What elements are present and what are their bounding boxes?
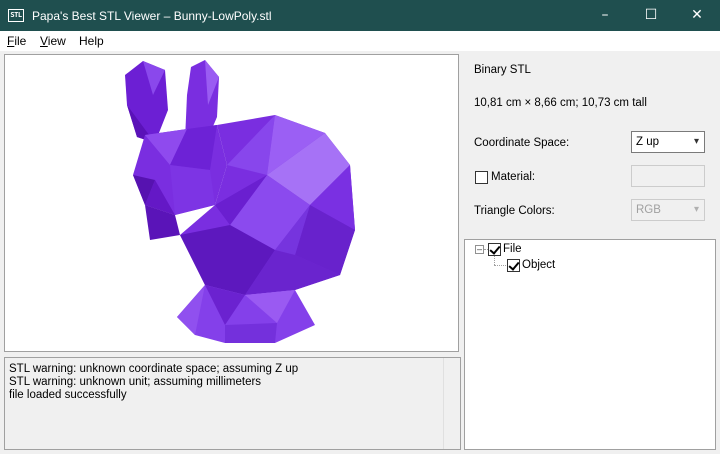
log-scrollbar[interactable]	[443, 358, 460, 449]
model-facet	[225, 323, 277, 343]
log-output[interactable]: STL warning: unknown coordinate space; a…	[4, 357, 461, 450]
coordinate-space-select[interactable]: Z up ▾	[631, 131, 705, 153]
bunny-model[interactable]	[5, 55, 459, 352]
triangle-colors-label: Triangle Colors:	[474, 205, 555, 217]
app-icon: STL	[8, 9, 24, 22]
tree-connector	[494, 265, 506, 266]
object-tree[interactable]: – File Object	[464, 239, 716, 450]
triangle-colors-value: RGB	[636, 204, 661, 216]
model-facet	[170, 165, 215, 215]
tree-file-checkbox[interactable]	[488, 243, 501, 256]
material-label: Material:	[491, 171, 536, 183]
tree-item-object[interactable]: Object	[522, 259, 555, 271]
window-title: Papa's Best STL Viewer – Bunny-LowPoly.s…	[32, 9, 272, 23]
minimize-button[interactable]: –	[582, 0, 628, 31]
chevron-down-icon: ▾	[693, 204, 699, 215]
coordinate-space-label: Coordinate Space:	[474, 137, 570, 149]
log-line: STL warning: unknown unit; assuming mill…	[9, 376, 262, 388]
log-line: file loaded successfully	[9, 389, 127, 401]
menu-help-label: Help	[79, 34, 104, 48]
menu-view[interactable]: View	[40, 34, 66, 48]
coordinate-space-value: Z up	[636, 136, 660, 148]
tree-object-checkbox[interactable]	[507, 259, 520, 272]
menu-view-label: iew	[47, 34, 66, 48]
collapse-icon[interactable]: –	[475, 245, 484, 254]
model-viewport[interactable]	[4, 54, 459, 352]
tree-item-file[interactable]: File	[503, 243, 522, 255]
log-lines: STL warning: unknown coordinate space; a…	[9, 363, 439, 402]
menu-help[interactable]: Help	[79, 34, 104, 48]
format-label: Binary STL	[474, 64, 531, 76]
menu-view-accel: V	[40, 34, 48, 48]
menu-file-label: ile	[14, 34, 27, 48]
triangle-colors-select: RGB ▾	[631, 199, 705, 221]
title-bar[interactable]: STL Papa's Best STL Viewer – Bunny-LowPo…	[0, 0, 720, 31]
menu-bar: File View Help	[0, 31, 720, 51]
log-line: STL warning: unknown coordinate space; a…	[9, 363, 299, 375]
material-checkbox[interactable]	[475, 171, 488, 184]
close-button[interactable]: ✕	[674, 0, 720, 31]
tree-connector	[494, 256, 495, 265]
maximize-button[interactable]: ☐	[628, 0, 674, 31]
chevron-down-icon: ▾	[693, 136, 699, 147]
menu-file[interactable]: File	[7, 34, 26, 48]
dimensions-label: 10,81 cm × 8,66 cm; 10,73 cm tall	[474, 97, 647, 109]
material-input	[631, 165, 705, 187]
